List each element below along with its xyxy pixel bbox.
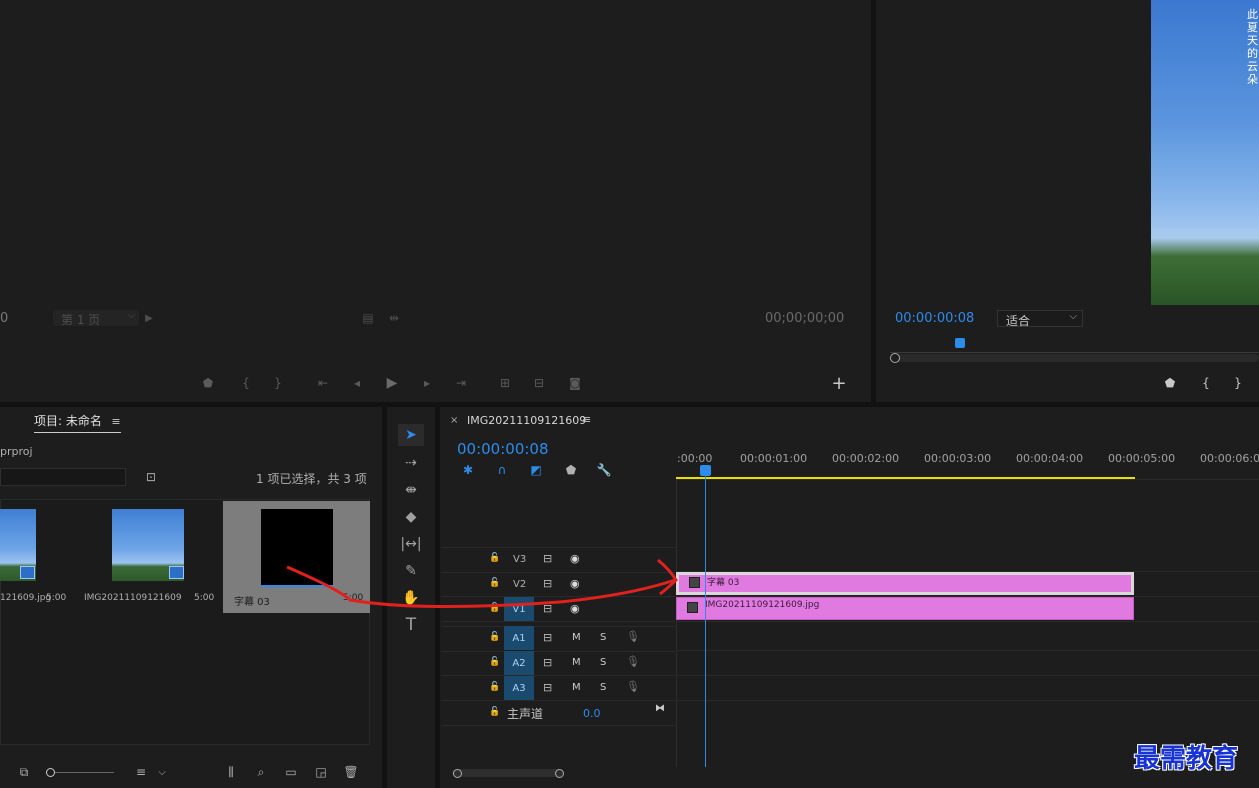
annotation-arrow (286, 558, 678, 609)
watermark: 最需教育 (1134, 744, 1239, 774)
